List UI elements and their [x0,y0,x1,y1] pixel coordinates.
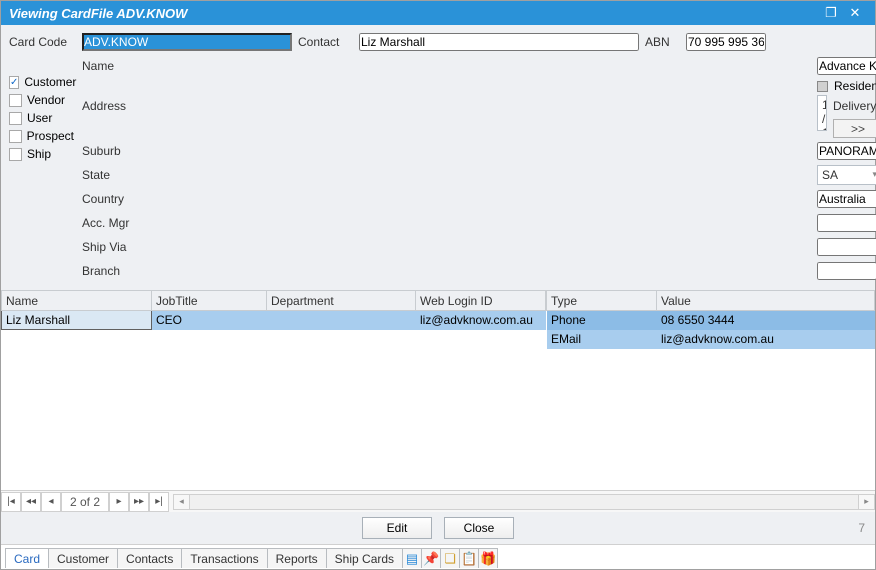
scroll-left-icon[interactable]: ◂ [174,495,190,509]
check-ship[interactable]: Ship [9,147,74,161]
record-count: 7 [858,521,865,535]
edit-button[interactable]: Edit [362,517,432,539]
col-department[interactable]: Department [267,291,416,311]
checkbox-icon [9,94,22,107]
toolbar-gift-icon[interactable]: 🎁 [478,548,498,568]
ship-via-input[interactable] [817,238,876,256]
tab-strip: Card Customer Contacts Transactions Repo… [1,544,875,568]
col-jobtitle[interactable]: JobTitle [152,291,267,311]
nav-last-button[interactable]: ▸| [149,492,169,512]
check-vendor[interactable]: Vendor [9,93,74,107]
tab-card[interactable]: Card [5,548,49,568]
titlebar: Viewing CardFile ADV.KNOW ❐ ✕ [1,1,875,25]
toolbar-paste-icon[interactable]: 📋 [459,548,479,568]
checkbox-icon [9,76,19,89]
address-input[interactable]: 1/11 Hattie Avenue [817,95,827,131]
label-branch: Branch [82,260,809,282]
tab-transactions[interactable]: Transactions [181,548,267,568]
acc-mgr-input[interactable] [817,214,876,232]
tab-customer[interactable]: Customer [48,548,118,568]
state-select[interactable] [817,165,876,185]
close-button[interactable]: Close [444,517,514,539]
label-delivery: Delivery [833,95,876,117]
card-code-input[interactable] [82,33,292,51]
check-prospect[interactable]: Prospect [9,129,74,143]
label-contact: Contact [298,31,353,53]
nav-prev-button[interactable]: ◂ [41,492,61,512]
residential-indicator-icon [817,81,828,92]
horizontal-scrollbar[interactable]: ◂▸ [173,494,875,510]
scroll-right-icon[interactable]: ▸ [858,495,874,509]
label-acc-mgr: Acc. Mgr [82,212,809,234]
toolbar-form-icon[interactable]: ▤ [402,548,422,568]
table-row[interactable]: Phone08 6550 3444 [547,311,875,330]
nav-next-button[interactable]: ▸ [109,492,129,512]
nav-page-indicator: 2 of 2 [61,492,109,512]
label-country: Country [82,188,809,210]
country-input[interactable] [817,190,876,208]
tab-contacts[interactable]: Contacts [117,548,182,568]
contact-input[interactable] [359,33,639,51]
toolbar-pin-icon[interactable]: 📌 [421,548,441,568]
suburb-input[interactable] [817,142,876,160]
action-bar: Edit Close 7 [1,512,875,544]
checkbox-icon [9,112,22,125]
label-residential: Residential [834,79,876,93]
label-state: State [82,164,809,186]
restore-icon[interactable]: ❐ [819,5,843,21]
tab-ship-cards[interactable]: Ship Cards [326,548,403,568]
col-value[interactable]: Value [657,291,875,311]
form-panel: Card Code Contact ABN Name ACN Customer … [1,25,875,290]
nav-prev-page-button[interactable]: ◂◂ [21,492,41,512]
col-weblogin[interactable]: Web Login ID [416,291,546,311]
label-ship-via: Ship Via [82,236,809,258]
col-type[interactable]: Type [547,291,657,311]
record-navigator: |◂ ◂◂ ◂ 2 of 2 ▸ ▸▸ ▸| ◂▸ [1,490,875,512]
table-row[interactable]: Liz Marshall CEO liz@advknow.com.au [2,311,546,330]
label-address: Address [82,95,809,117]
toolbar-copy-icon[interactable]: ❏ [440,548,460,568]
nav-first-button[interactable]: |◂ [1,492,21,512]
label-name: Name [82,55,809,77]
check-customer[interactable]: Customer [9,75,74,89]
copy-address-button[interactable]: >> [833,119,876,138]
label-abn: ABN [645,31,680,53]
details-grids: Name JobTitle Department Web Login ID Li… [1,290,875,490]
checkbox-icon [9,148,22,161]
branch-input[interactable] [817,262,876,280]
window-title: Viewing CardFile ADV.KNOW [9,6,819,21]
label-card-code: Card Code [9,31,74,53]
nav-next-page-button[interactable]: ▸▸ [129,492,149,512]
close-icon[interactable]: ✕ [843,5,867,21]
name-input[interactable] [817,57,876,75]
abn-input[interactable] [686,33,766,51]
label-suburb: Suburb [82,140,809,162]
check-user[interactable]: User [9,111,74,125]
tab-reports[interactable]: Reports [267,548,327,568]
table-row[interactable]: EMailliz@advknow.com.au [547,330,875,349]
contacts-grid[interactable]: Name JobTitle Department Web Login ID Li… [1,290,546,330]
type-value-grid[interactable]: Type Value Phone08 6550 3444 EMailliz@ad… [546,290,875,349]
checkbox-icon [9,130,22,143]
col-name[interactable]: Name [2,291,152,311]
